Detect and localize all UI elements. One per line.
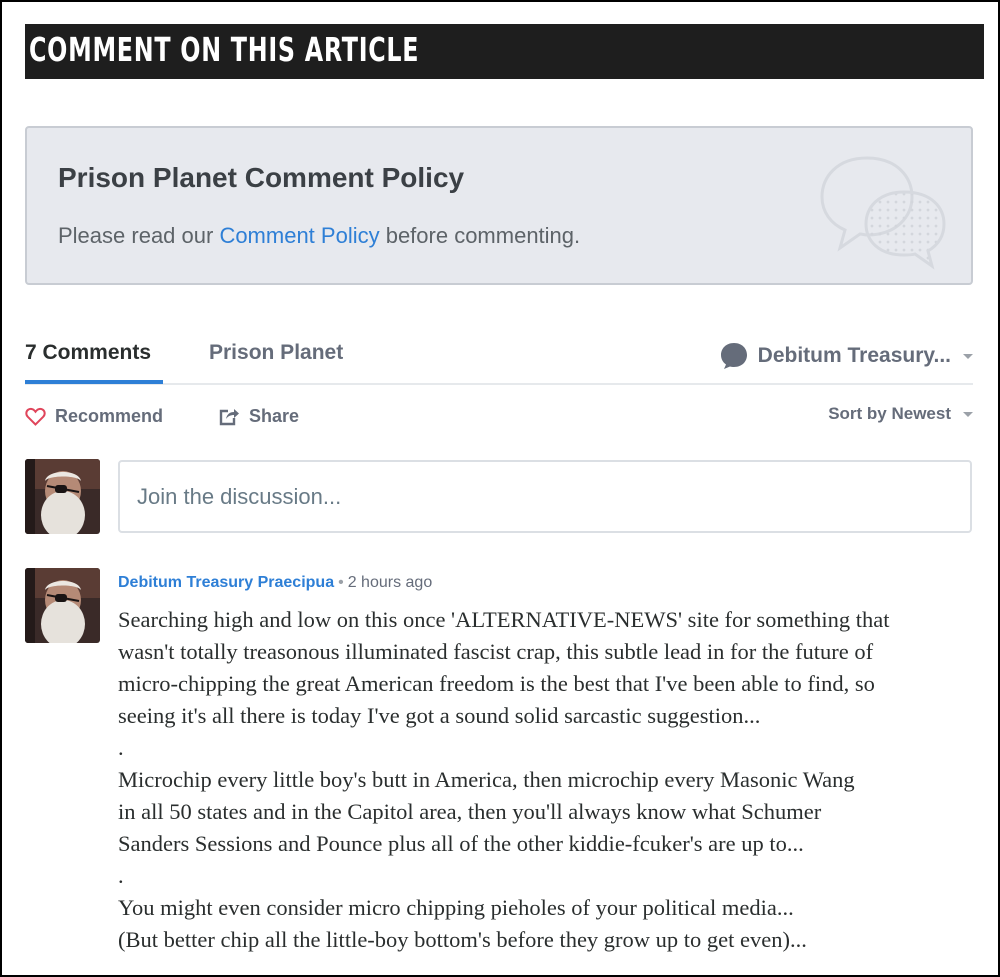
- heart-icon: [25, 407, 46, 426]
- join-discussion-input[interactable]: [118, 460, 972, 533]
- tab-comments[interactable]: 7 Comments: [25, 341, 151, 365]
- user-name: Debitum Treasury...: [757, 344, 951, 367]
- sort-label: Sort by Newest: [828, 404, 951, 423]
- comment-line: seeing it's all there is today I've got …: [118, 703, 761, 728]
- comment-policy-link[interactable]: Comment Policy: [219, 223, 379, 248]
- policy-title: Prison Planet Comment Policy: [58, 162, 465, 193]
- comment-author-avatar[interactable]: [25, 568, 100, 643]
- comment-timestamp[interactable]: 2 hours ago: [348, 574, 433, 591]
- comment-line: (But better chip all the little-boy bott…: [118, 927, 807, 952]
- caret-down-icon: [963, 411, 973, 417]
- comment-body: Searching high and low on this once 'ALT…: [118, 604, 978, 977]
- tab-prison-planet[interactable]: Prison Planet: [209, 341, 343, 365]
- active-tab-indicator: [25, 380, 163, 384]
- user-bubble-icon: [720, 343, 747, 369]
- policy-text-before: Please read our: [58, 223, 220, 248]
- section-title: COMMENT ON THIS ARTICLE: [29, 30, 420, 69]
- caret-down-icon: [963, 353, 973, 359]
- comment-line: .: [118, 735, 124, 760]
- avatar[interactable]: [25, 459, 100, 534]
- recommend-label: Recommend: [55, 406, 164, 426]
- speech-bubbles-icon: [820, 156, 946, 270]
- comment-tabs: 7 Comments Prison Planet Debitum Treasur…: [25, 332, 973, 385]
- share-icon: [219, 409, 239, 426]
- recommend-button[interactable]: Recommend: [25, 406, 163, 427]
- sort-dropdown[interactable]: Sort by Newest: [828, 404, 973, 424]
- comment-avatar-image: [25, 568, 100, 643]
- comment-line: .: [118, 863, 124, 888]
- comment-line: Sanders Sessions and Pounce plus all of …: [118, 831, 804, 856]
- comment-line: wasn't totally treasonous illuminated fa…: [118, 639, 874, 664]
- user-avatar-image: [25, 459, 100, 534]
- comment-line: Searching high and low on this once 'ALT…: [118, 607, 890, 632]
- meta-separator: •: [338, 574, 344, 591]
- comment-line: Microchip every little boy's butt in Ame…: [118, 767, 855, 792]
- comment-line: micro-chipping the great American freedo…: [118, 671, 875, 696]
- policy-text-after: before commenting.: [379, 223, 581, 248]
- share-button[interactable]: Share: [219, 406, 299, 427]
- thread-actions: Recommend Share Sort by Newest: [25, 404, 973, 434]
- comment-meta: Debitum Treasury Praecipua • 2 hours ago: [118, 574, 432, 592]
- section-header: COMMENT ON THIS ARTICLE: [25, 24, 984, 79]
- comment-author-link[interactable]: Debitum Treasury Praecipua: [118, 574, 334, 591]
- comment-line: You might even consider micro chipping p…: [118, 895, 794, 920]
- share-label: Share: [249, 406, 300, 426]
- comment-line: in all 50 states and in the Capitol area…: [118, 799, 822, 824]
- policy-text: Please read our Comment Policy before co…: [58, 223, 580, 249]
- comment-section: COMMENT ON THIS ARTICLE Prison Planet Co…: [0, 0, 1000, 977]
- comment-policy-box: Prison Planet Comment Policy Please read…: [25, 126, 973, 285]
- user-menu[interactable]: Debitum Treasury...: [719, 341, 973, 371]
- comment-line: .: [118, 959, 124, 977]
